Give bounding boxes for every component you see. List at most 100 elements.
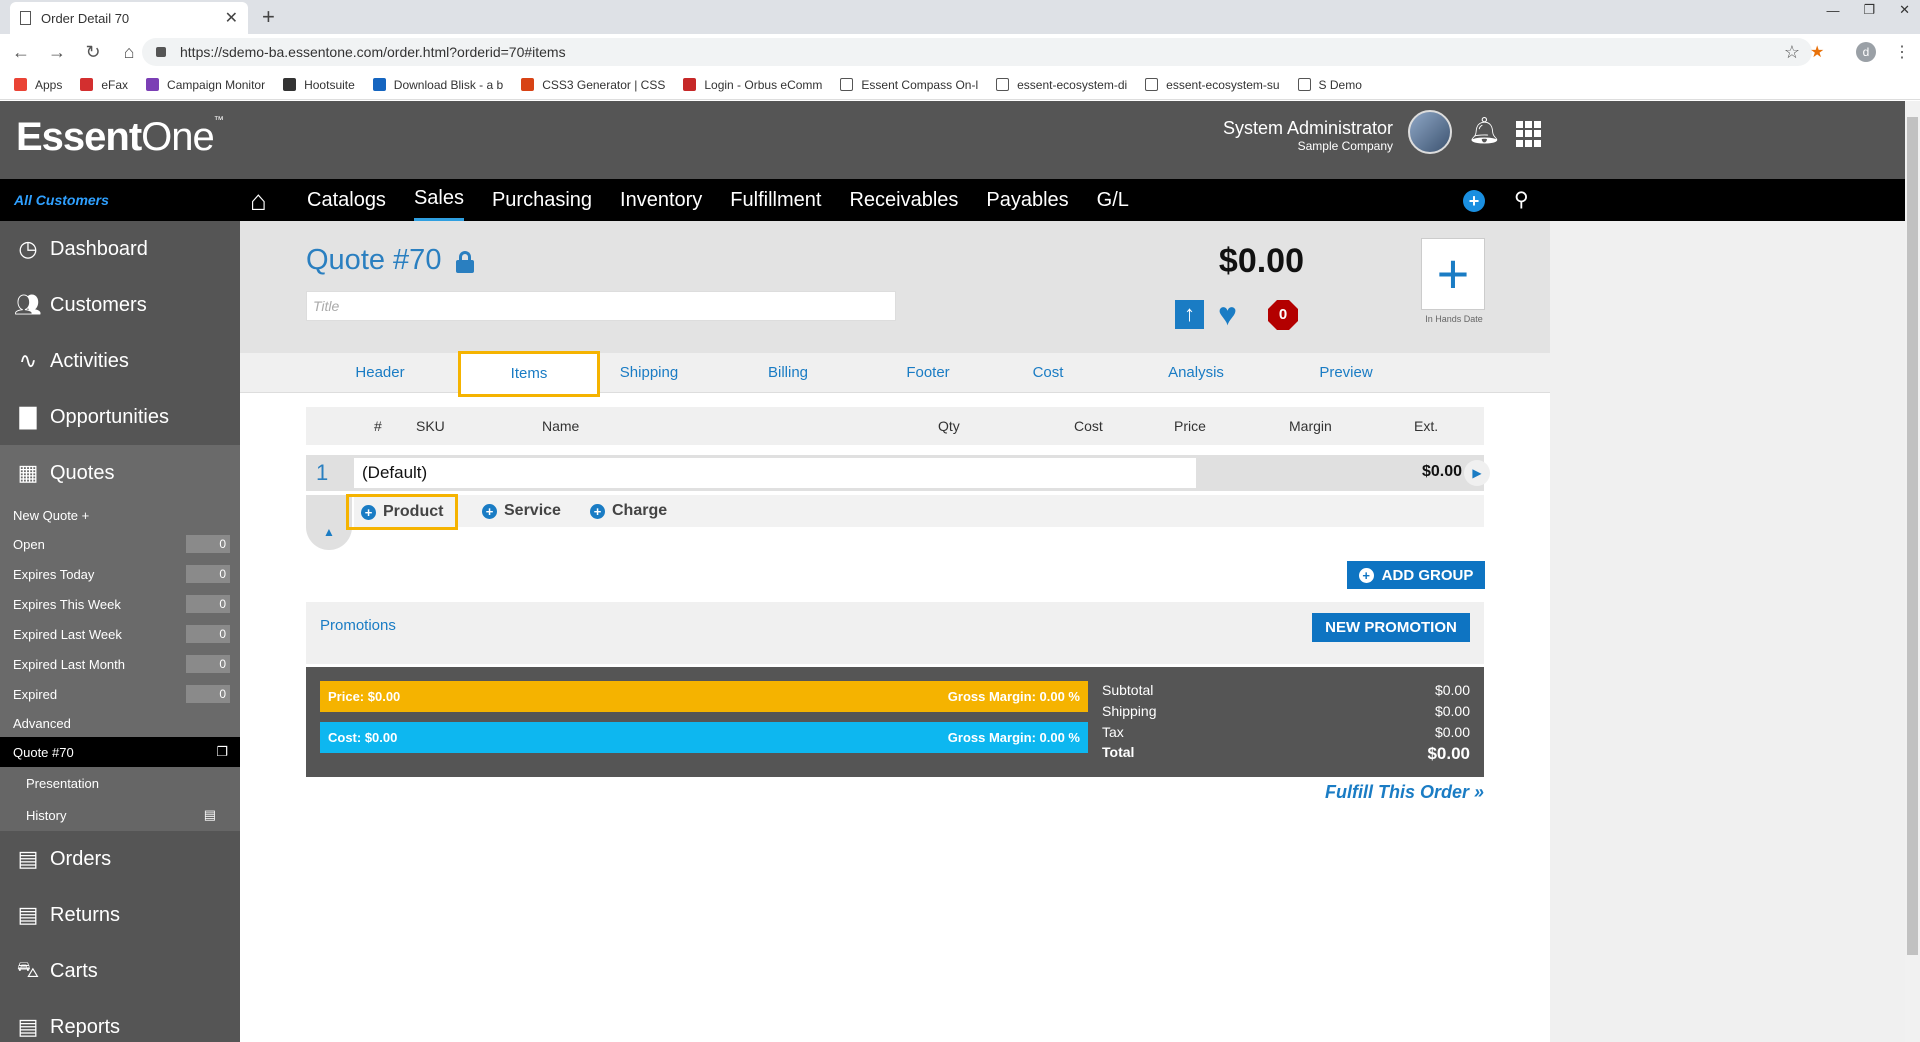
add-service-button[interactable]: + Service (482, 497, 561, 525)
add-product-button[interactable]: + Product (346, 494, 459, 530)
browser-menu-icon[interactable]: ⋮ (1894, 42, 1910, 62)
add-group-button[interactable]: + ADD GROUP (1347, 561, 1485, 589)
sidebar-item-label: Customers (50, 293, 147, 316)
alert-count-badge[interactable]: 0 (1268, 300, 1298, 330)
new-tab-icon[interactable]: + (262, 4, 275, 30)
scrollbar-thumb[interactable] (1907, 117, 1918, 955)
in-hands-date-button[interactable]: + (1421, 238, 1485, 310)
home-icon[interactable]: ⌂ (114, 42, 144, 63)
nav-payables[interactable]: Payables (986, 179, 1068, 221)
nav-receivables[interactable]: Receivables (849, 179, 958, 221)
lock-icon[interactable] (456, 251, 474, 273)
tab-items[interactable]: Items (458, 351, 600, 397)
sidebar-item-opportunities[interactable]: ▇ Opportunities (0, 389, 240, 445)
nav-sales[interactable]: Sales (413, 179, 464, 221)
group-name-field[interactable]: (Default) (354, 458, 1196, 488)
bookmark-essent-ecosystem-su[interactable]: essent-ecosystem-su (1145, 77, 1280, 92)
sidebar-item-quotes[interactable]: ▦ Quotes (0, 445, 240, 501)
page-scrollbar[interactable] (1905, 101, 1920, 1042)
quote-filter-expired[interactable]: Expired 0 (0, 679, 240, 709)
quote-filter-expires-today[interactable]: Expires Today 0 (0, 559, 240, 589)
bookmark-s-demo[interactable]: S Demo (1297, 78, 1362, 92)
extension-star-icon[interactable]: ★ (1810, 42, 1824, 62)
sidebar-item-reports[interactable]: ▤ Reports (0, 999, 240, 1042)
items-grid-header: # SKU Name Qty Cost Price Margin Ext. (306, 407, 1484, 445)
sidebar-current-quote[interactable]: Quote #70 ❐ (0, 737, 240, 767)
profile-avatar[interactable]: d (1856, 42, 1876, 62)
column-header-margin: Margin (1289, 418, 1332, 434)
nav-g-l[interactable]: G/L (1097, 179, 1129, 221)
tab-billing[interactable]: Billing (738, 353, 838, 393)
back-icon[interactable]: ← (6, 42, 36, 63)
receipt-icon: ▤ (17, 902, 39, 927)
bell-icon[interactable]: 🔔︎ (1468, 115, 1501, 146)
bookmark-apps[interactable]: Apps (14, 78, 62, 92)
bookmark-label: Apps (35, 77, 63, 92)
restore-icon[interactable]: ❐ (1863, 2, 1875, 18)
tab-shipping[interactable]: Shipping (594, 353, 704, 393)
user-info[interactable]: System Administrator Sample Company (1223, 118, 1393, 153)
upload-arrow-icon[interactable]: ↑ (1175, 300, 1204, 329)
item-group-row[interactable]: 1 (Default) $0.00 ▶ (306, 455, 1490, 491)
bookmark-hootsuite[interactable]: Hootsuite (283, 78, 355, 92)
search-icon[interactable]: ⚲ (1514, 187, 1529, 212)
quote-filter-open[interactable]: Open 0 (0, 529, 240, 559)
tab-header[interactable]: Header (332, 353, 428, 393)
sidebar-item-activities[interactable]: ∿ Activities (0, 333, 240, 389)
tab-cost[interactable]: Cost (1008, 353, 1088, 393)
column-header-sku: SKU (416, 418, 445, 434)
sidebar-item-orders[interactable]: ▤ Orders (0, 831, 240, 887)
home-nav-icon[interactable]: ⌂ (250, 185, 267, 217)
scope-selector[interactable]: All Customers (14, 192, 109, 208)
url-field[interactable]: https://sdemo-ba.essentone.com/order.htm… (142, 38, 1812, 66)
quote-filter-expires-this-week[interactable]: Expires This Week 0 (0, 589, 240, 619)
heart-pulse-icon[interactable]: ♥ (1218, 298, 1237, 330)
bookmark-campaign-monitor[interactable]: Campaign Monitor (146, 78, 265, 92)
bookmark-efax[interactable]: eFax (80, 78, 128, 92)
essentone-logo[interactable]: EssentOne™ (16, 115, 224, 160)
reload-icon[interactable]: ↻ (78, 42, 108, 63)
bookmark-label: essent-ecosystem-su (1166, 77, 1280, 92)
chevron-right-icon[interactable]: ▶ (1464, 460, 1490, 486)
nav-catalogs[interactable]: Catalogs (307, 179, 386, 221)
close-tab-icon[interactable]: ✕ (225, 8, 238, 28)
nav-inventory[interactable]: Inventory (620, 179, 702, 221)
promotions-label[interactable]: Promotions (320, 617, 396, 634)
sidebar-quote-presentation[interactable]: Presentation (0, 767, 240, 799)
add-charge-button[interactable]: + Charge (590, 497, 667, 525)
add-circle-icon[interactable]: + (1463, 190, 1485, 212)
nav-purchasing[interactable]: Purchasing (492, 179, 592, 221)
bookmark-login-orbus-ecomm[interactable]: Login - Orbus eComm (683, 78, 822, 92)
title-input[interactable] (306, 291, 896, 321)
minimize-icon[interactable]: — (1826, 3, 1839, 18)
bookmark-css3-generator-css[interactable]: CSS3 Generator | CSS (521, 78, 665, 92)
tab-analysis[interactable]: Analysis (1144, 353, 1248, 393)
nav-fulfillment[interactable]: Fulfillment (730, 179, 821, 221)
tab-preview[interactable]: Preview (1296, 353, 1396, 393)
user-avatar[interactable] (1408, 110, 1452, 154)
quote-filter-expired-last-month[interactable]: Expired Last Month 0 (0, 649, 240, 679)
bookmark-essent-ecosystem-di[interactable]: essent-ecosystem-di (996, 78, 1127, 92)
bookmark-favicon-icon (996, 78, 1010, 91)
cost-margin: Gross Margin: 0.00 % (947, 730, 1080, 745)
apps-grid-icon[interactable] (1516, 121, 1542, 147)
bookmark-star-icon[interactable]: ☆ (1784, 42, 1800, 63)
advanced-link[interactable]: Advanced (0, 709, 240, 737)
sidebar-quote-history[interactable]: History ▤ (0, 799, 240, 831)
copy-icon[interactable]: ❐ (216, 744, 228, 760)
new-promotion-button[interactable]: NEW PROMOTION (1312, 613, 1470, 642)
bookmark-favicon-icon (14, 78, 27, 91)
sidebar-item-returns[interactable]: ▤ Returns (0, 887, 240, 943)
bookmark-essent-compass-on-l[interactable]: Essent Compass On-l (840, 78, 978, 92)
tab-footer[interactable]: Footer (880, 353, 976, 393)
close-window-icon[interactable]: ✕ (1899, 2, 1910, 18)
sidebar-item-customers[interactable]: 👥︎ Customers (0, 277, 240, 333)
new-quote-link[interactable]: New Quote + (0, 501, 240, 529)
bookmark-download-blisk-a-b[interactable]: Download Blisk - a b (372, 78, 503, 92)
sidebar-item-dashboard[interactable]: ◷ Dashboard (0, 221, 240, 277)
browser-tab[interactable]: Order Detail 70 ✕ (10, 2, 248, 34)
forward-icon[interactable]: → (42, 42, 72, 63)
quote-filter-expired-last-week[interactable]: Expired Last Week 0 (0, 619, 240, 649)
fulfill-order-link[interactable]: Fulfill This Order » (1325, 782, 1484, 803)
sidebar-item-carts[interactable]: ⛍ Carts (0, 943, 240, 999)
